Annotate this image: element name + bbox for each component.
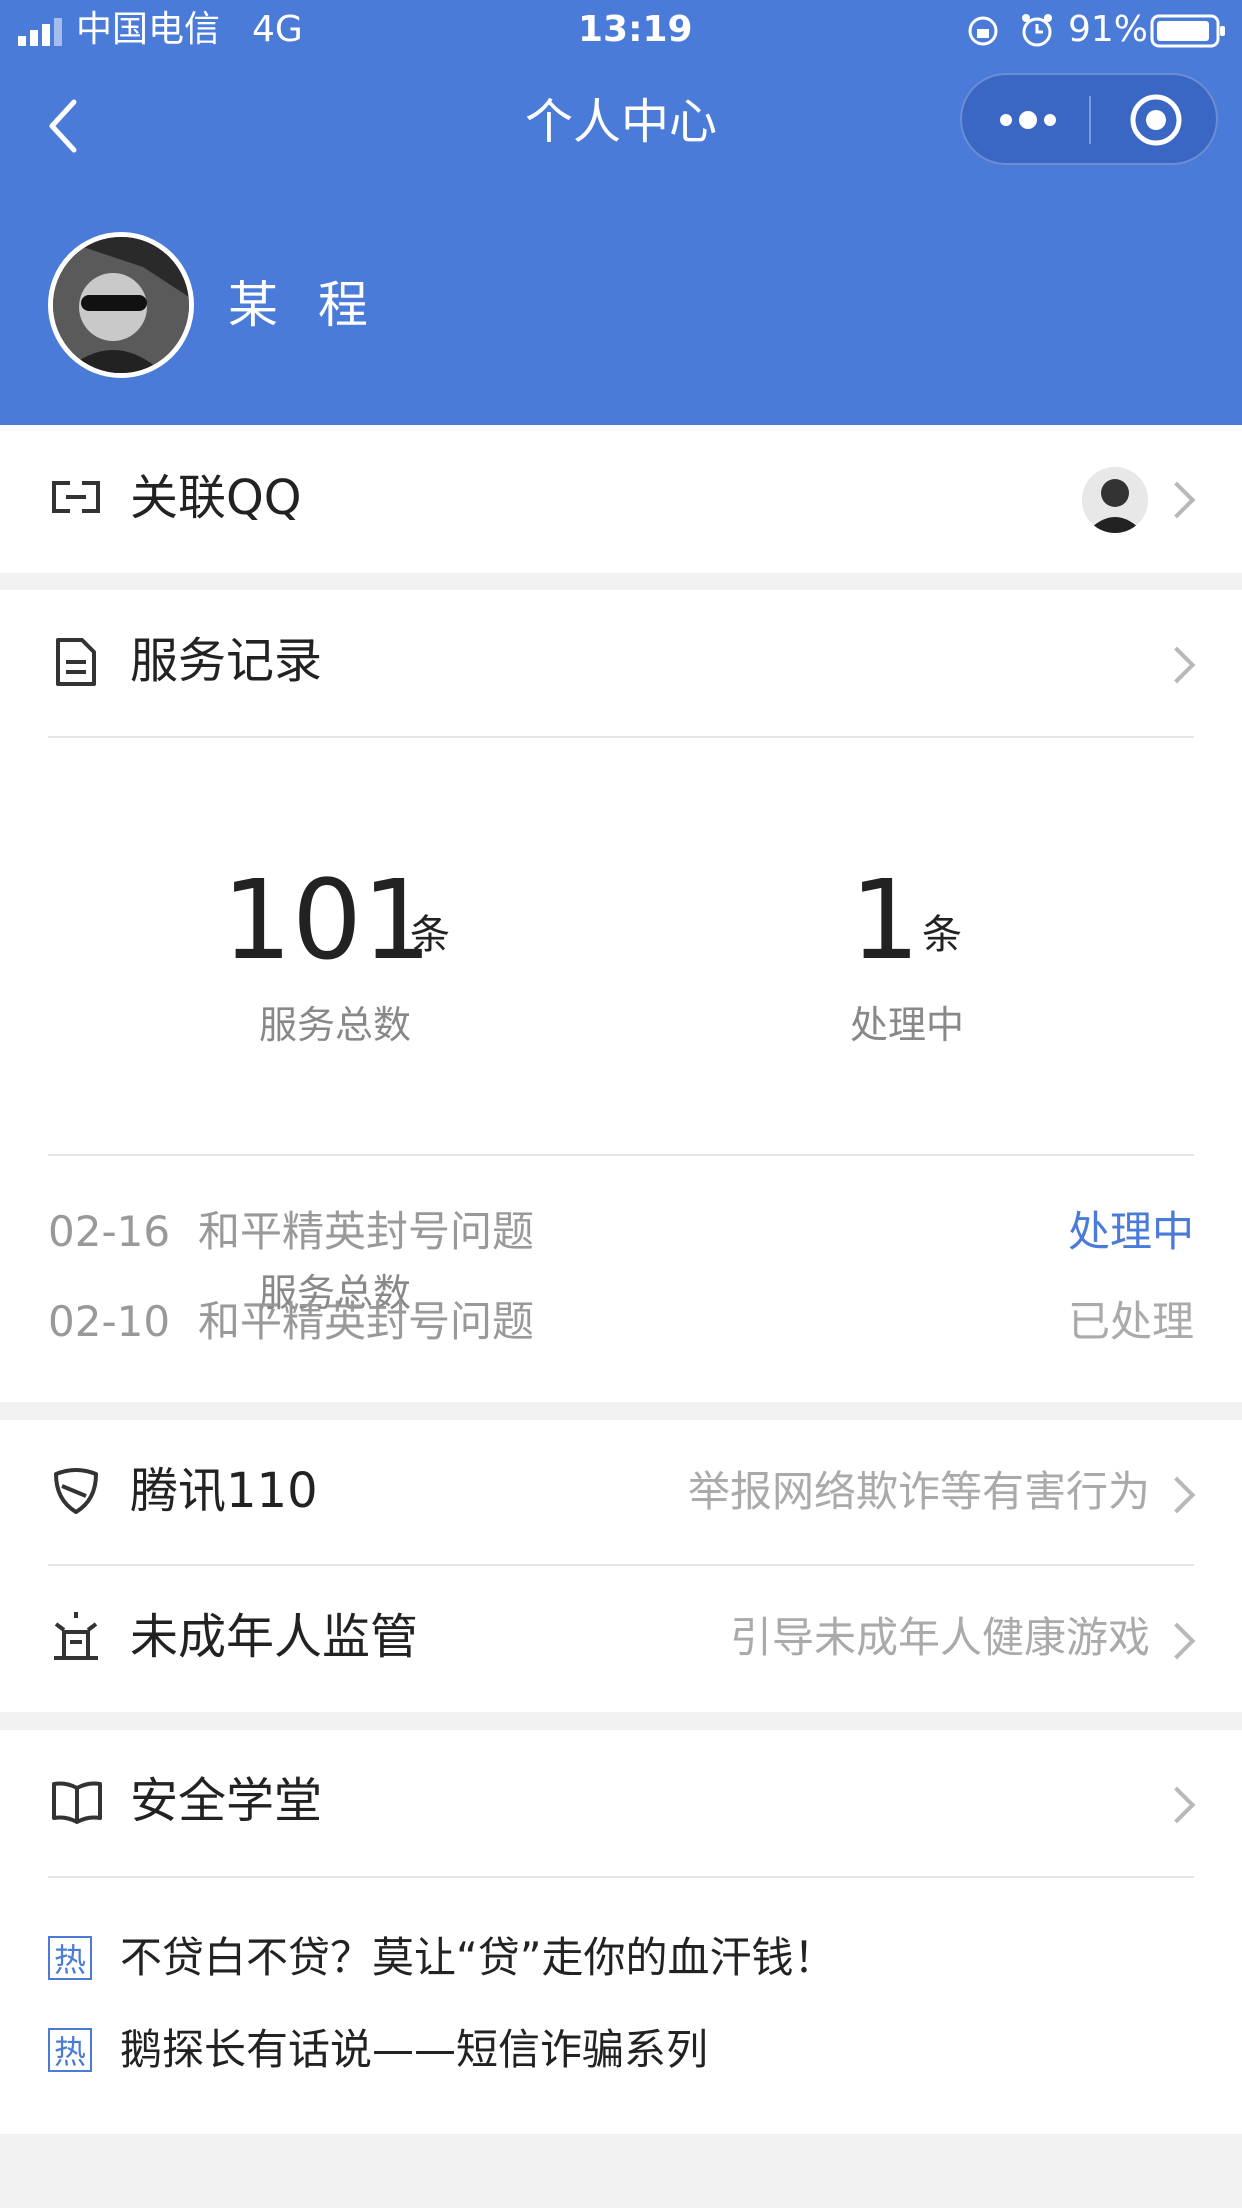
rotation-lock-icon [966,14,1000,48]
avatar[interactable] [48,232,194,378]
record-row[interactable]: 02-10 和平精英封号问题 已处理 [48,1292,1194,1352]
safety-school-row[interactable]: 安全学堂 [0,1730,1242,1876]
link-qq-label: 关联QQ [130,470,302,526]
document-icon [54,636,98,688]
stat-unit: 条 [410,912,450,958]
record-title: 和平精英封号问题 [198,1207,535,1256]
link-icon [50,477,102,517]
chevron-right-icon [1158,481,1196,519]
header-background [0,0,1242,425]
record-title: 和平精英封号问题 [198,1297,535,1346]
divider [48,736,1194,738]
stat-value: 101 [222,856,432,984]
tools-card: 腾讯110 举报网络欺诈等有害行为 未成年人监管 引导未成年人健康游戏 [0,1420,1242,1712]
article-title: 不贷白不贷？莫让“贷”走你的血汗钱！ [120,1933,836,1982]
chevron-right-icon [1158,1622,1196,1660]
capsule-divider [1089,96,1091,144]
minor-supervision-desc: 引导未成年人健康游戏 [729,1613,1150,1662]
record-date: 02-16 [48,1207,171,1256]
stat-processing-label: 处理中 [849,1003,964,1047]
book-icon [50,1780,104,1824]
article-item[interactable]: 热 不贷白不贷？莫让“贷”走你的血汗钱！ [48,1928,1194,1988]
alarm-icon [1020,12,1054,48]
record-status: 已处理 [1067,1297,1194,1346]
divider [48,1876,1194,1878]
more-icon[interactable] [996,100,1060,140]
tencent110-row[interactable]: 腾讯110 举报网络欺诈等有害行为 [0,1420,1242,1566]
minor-supervision-label: 未成年人监管 [130,1609,419,1665]
stat-value: 1 [850,856,920,984]
signal-icon [18,16,66,46]
service-record-label[interactable]: 服务记录 [130,626,322,696]
shield-icon [52,1466,100,1516]
record-status: 处理中 [1067,1207,1194,1256]
chevron-right-icon [1158,1476,1196,1514]
stat-total-label: 服务总数 [258,1003,411,1047]
link-qq-card[interactable]: 关联QQ [0,425,1242,573]
tencent110-label: 腾讯110 [130,1463,318,1519]
chevron-right-icon [1158,1786,1196,1824]
carrier-label: 中国电信 [76,9,221,50]
minor-supervision-row[interactable]: 未成年人监管 引导未成年人健康游戏 [0,1566,1242,1712]
record-row[interactable]: 02-16 和平精英封号问题 处理中 [48,1202,1194,1262]
hot-badge: 热 [48,2028,92,2072]
safety-school-label: 安全学堂 [130,1773,323,1829]
guardian-icon [50,1608,102,1664]
close-miniprogram-icon[interactable] [1128,92,1184,148]
battery-percent: 91% [1068,9,1149,50]
time-label: 13:19 [578,9,693,50]
divider [48,1154,1194,1156]
safety-card: 安全学堂 热 不贷白不贷？莫让“贷”走你的血汗钱！ 热 鹅探长有话说——短信诈骗… [0,1730,1242,2134]
network-label: 4G [252,9,303,50]
battery-icon [1150,14,1226,48]
stat-unit: 条 [922,912,962,958]
tencent110-desc: 举报网络欺诈等有害行为 [687,1467,1150,1516]
hot-badge: 热 [48,1936,92,1980]
service-card: 服务记录 101 条 服务总数 1 条 服务总数 处理中 02-16 和平精英封… [0,590,1242,1402]
qq-avatar [1082,467,1148,533]
article-item[interactable]: 热 鹅探长有话说——短信诈骗系列 [48,2020,1194,2080]
article-title: 鹅探长有话说——短信诈骗系列 [120,2025,709,2074]
user-name: 某 程 [228,276,380,334]
record-date: 02-10 [48,1297,171,1346]
chevron-right-icon[interactable] [1158,646,1196,684]
